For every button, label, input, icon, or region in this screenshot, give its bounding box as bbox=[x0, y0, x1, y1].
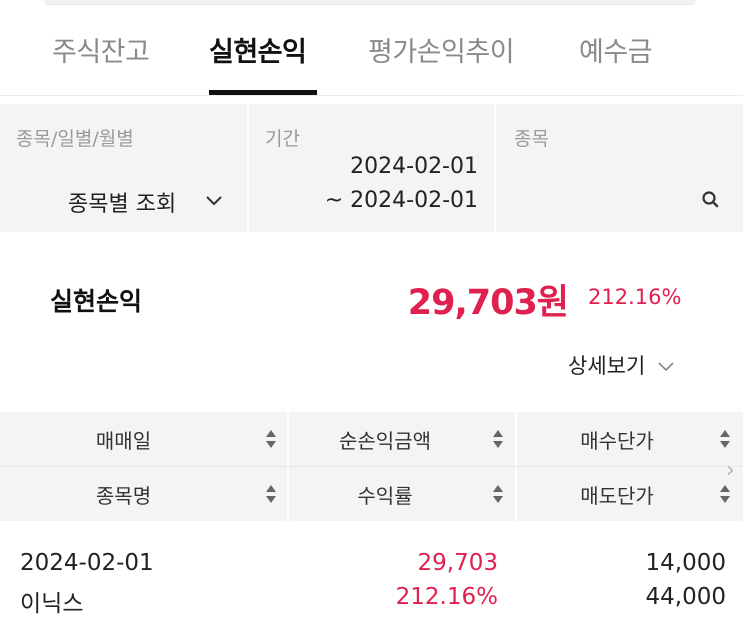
sort-icon bbox=[265, 427, 277, 451]
stock-label: 종목 bbox=[514, 128, 549, 150]
chevron-down-icon bbox=[652, 354, 674, 378]
table-header: 매매일 순손익금액 매수단가 종목명 수익률 매도단가 bbox=[0, 412, 743, 521]
header-net-profit[interactable]: 순손익금액 bbox=[289, 412, 515, 466]
sort-icon bbox=[492, 427, 504, 451]
sort-icon bbox=[492, 482, 504, 506]
tab-stock-balance[interactable]: 주식잔고 bbox=[52, 30, 150, 69]
return-rate-cell: 212.16% bbox=[395, 584, 498, 610]
header-label: 매매일 bbox=[95, 428, 152, 453]
sell-price-cell: 44,000 bbox=[645, 584, 726, 610]
header-label: 수익률 bbox=[357, 483, 413, 508]
header-buy-price[interactable]: 매수단가 bbox=[517, 412, 743, 466]
filter-panel: 종목/일별/월별 종목별 조회 기간 2024-02-01 ~ 2024-02-… bbox=[0, 104, 743, 232]
scroll-right-icon[interactable]: › bbox=[726, 458, 735, 483]
stock-name-cell: 이닉스 bbox=[20, 591, 84, 617]
realized-profit-amount: 29,703원 bbox=[407, 283, 569, 323]
header-sell-price[interactable]: 매도단가 bbox=[517, 467, 743, 521]
tab-realized-profit[interactable]: 실현손익 bbox=[209, 30, 307, 69]
detail-view-label: 상세보기 bbox=[568, 354, 646, 378]
view-type-label: 종목/일별/월별 bbox=[16, 128, 134, 150]
net-profit-cell: 29,703 bbox=[417, 550, 498, 576]
sort-icon bbox=[265, 482, 277, 506]
trade-date-cell: 2024-02-01 bbox=[20, 550, 154, 576]
header-label: 종목명 bbox=[95, 483, 152, 508]
search-icon[interactable] bbox=[701, 190, 721, 214]
header-stock-name[interactable]: 종목명 bbox=[0, 467, 287, 521]
tab-deposit[interactable]: 예수금 bbox=[579, 30, 653, 69]
header-label: 매도단가 bbox=[580, 483, 654, 508]
chevron-down-icon bbox=[205, 192, 223, 211]
realized-profit-rate: 212.16% bbox=[588, 285, 682, 309]
period-end: ~ 2024-02-01 bbox=[324, 188, 478, 213]
header-label: 순손익금액 bbox=[339, 428, 431, 453]
table-row[interactable]: 2024-02-01 이닉스 29,703 212.16% 14,000 44,… bbox=[0, 540, 743, 618]
stock-search-field[interactable]: 종목 bbox=[496, 104, 743, 232]
header-return-rate[interactable]: 수익률 bbox=[289, 467, 515, 521]
detail-view-toggle[interactable]: 상세보기 bbox=[568, 350, 674, 380]
period-selector[interactable]: 기간 2024-02-01 ~ 2024-02-01 bbox=[249, 104, 494, 232]
sort-icon bbox=[719, 427, 731, 451]
view-type-value: 종목별 조회 bbox=[68, 192, 177, 217]
header-trade-date[interactable]: 매매일 bbox=[0, 412, 287, 466]
tab-bar: 주식잔고 실현손익 평가손익추이 예수금 bbox=[0, 0, 743, 96]
view-type-selector[interactable]: 종목/일별/월별 종목별 조회 bbox=[0, 104, 247, 232]
active-tab-indicator bbox=[209, 90, 317, 95]
header-label: 매수단가 bbox=[580, 428, 654, 453]
summary-label: 실현손익 bbox=[50, 287, 143, 316]
tab-valuation-trend[interactable]: 평가손익추이 bbox=[368, 30, 515, 69]
sort-icon bbox=[719, 482, 731, 506]
period-start: 2024-02-01 bbox=[350, 154, 478, 179]
buy-price-cell: 14,000 bbox=[645, 550, 726, 576]
period-label: 기간 bbox=[265, 128, 300, 150]
